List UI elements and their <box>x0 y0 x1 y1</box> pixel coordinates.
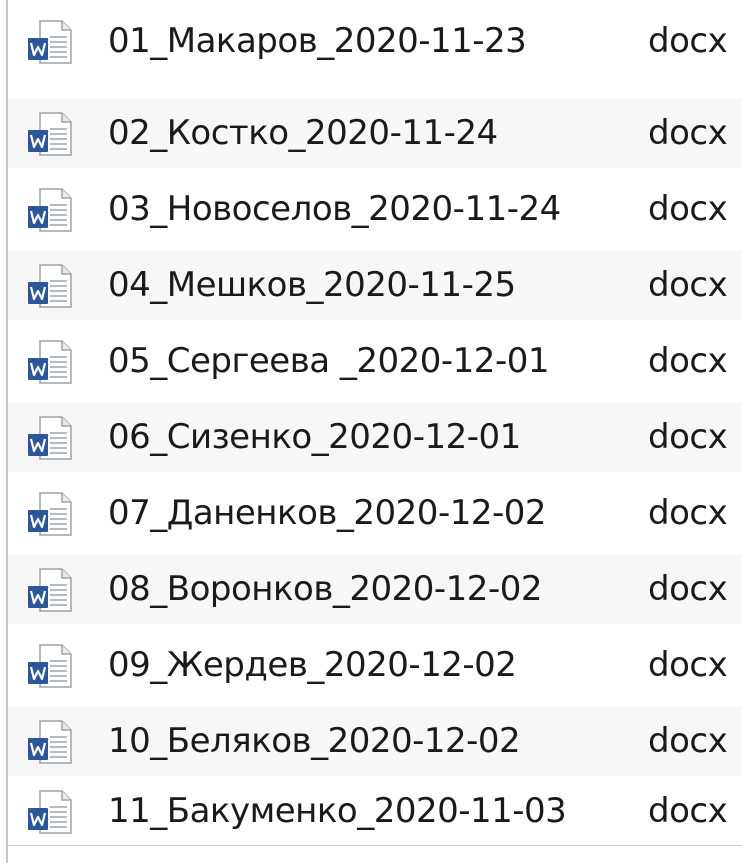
file-extension: docx <box>648 493 728 533</box>
word-document-icon <box>28 416 72 460</box>
file-name: 07_Даненков_2020-12-02 <box>108 493 547 533</box>
file-name: 02_Костко_2020-11-24 <box>108 113 498 153</box>
word-document-icon <box>28 492 72 536</box>
file-name: 03_Новоселов_2020-11-24 <box>108 189 561 229</box>
word-document-icon <box>28 720 72 764</box>
word-document-icon <box>28 188 72 232</box>
word-document-icon <box>28 790 72 834</box>
file-name: 08_Воронков_2020-12-02 <box>108 569 542 609</box>
file-extension: docx <box>648 569 728 609</box>
file-row[interactable]: 07_Даненков_2020-12-02 docx <box>8 478 742 548</box>
file-name: 01_Макаров_2020-11-23 <box>108 21 527 61</box>
word-document-icon <box>28 20 72 64</box>
file-extension: docx <box>648 265 728 305</box>
file-name: 04_Мешков_2020-11-25 <box>108 265 516 305</box>
file-row[interactable]: 02_Костко_2020-11-24 docx <box>8 98 742 168</box>
word-document-icon <box>28 644 72 688</box>
file-name: 10_Беляков_2020-12-02 <box>108 721 521 761</box>
file-extension: docx <box>648 417 728 457</box>
file-name: 06_Сизенко_2020-12-01 <box>108 417 521 457</box>
file-extension: docx <box>648 113 728 153</box>
file-list: 01_Макаров_2020-11-23 docx 02_Костко_202… <box>0 0 742 863</box>
file-extension: docx <box>648 645 728 685</box>
word-document-icon <box>28 340 72 384</box>
file-extension: docx <box>648 21 728 61</box>
file-row[interactable]: 05_Сергеева _2020-12-01 docx <box>8 326 742 396</box>
word-document-icon <box>28 112 72 156</box>
file-extension: docx <box>648 721 728 761</box>
list-bottom-divider <box>8 845 742 846</box>
file-row[interactable]: 08_Воронков_2020-12-02 docx <box>8 554 742 624</box>
word-document-icon <box>28 568 72 612</box>
file-row[interactable]: 01_Макаров_2020-11-23 docx <box>8 6 742 76</box>
file-name: 11_Бакуменко_2020-11-03 <box>108 791 567 831</box>
file-row[interactable]: 09_Жердев_2020-12-02 docx <box>8 630 742 700</box>
file-extension: docx <box>648 189 728 229</box>
file-row[interactable]: 11_Бакуменко_2020-11-03 docx <box>8 776 742 846</box>
file-name: 09_Жердев_2020-12-02 <box>108 645 517 685</box>
file-row[interactable]: 06_Сизенко_2020-12-01 docx <box>8 402 742 472</box>
file-extension: docx <box>648 791 728 831</box>
file-row[interactable]: 10_Беляков_2020-12-02 docx <box>8 706 742 776</box>
word-document-icon <box>28 264 72 308</box>
file-row[interactable]: 04_Мешков_2020-11-25 docx <box>8 250 742 320</box>
file-row[interactable]: 03_Новоселов_2020-11-24 docx <box>8 174 742 244</box>
file-extension: docx <box>648 341 728 381</box>
file-name: 05_Сергеева _2020-12-01 <box>108 341 549 381</box>
